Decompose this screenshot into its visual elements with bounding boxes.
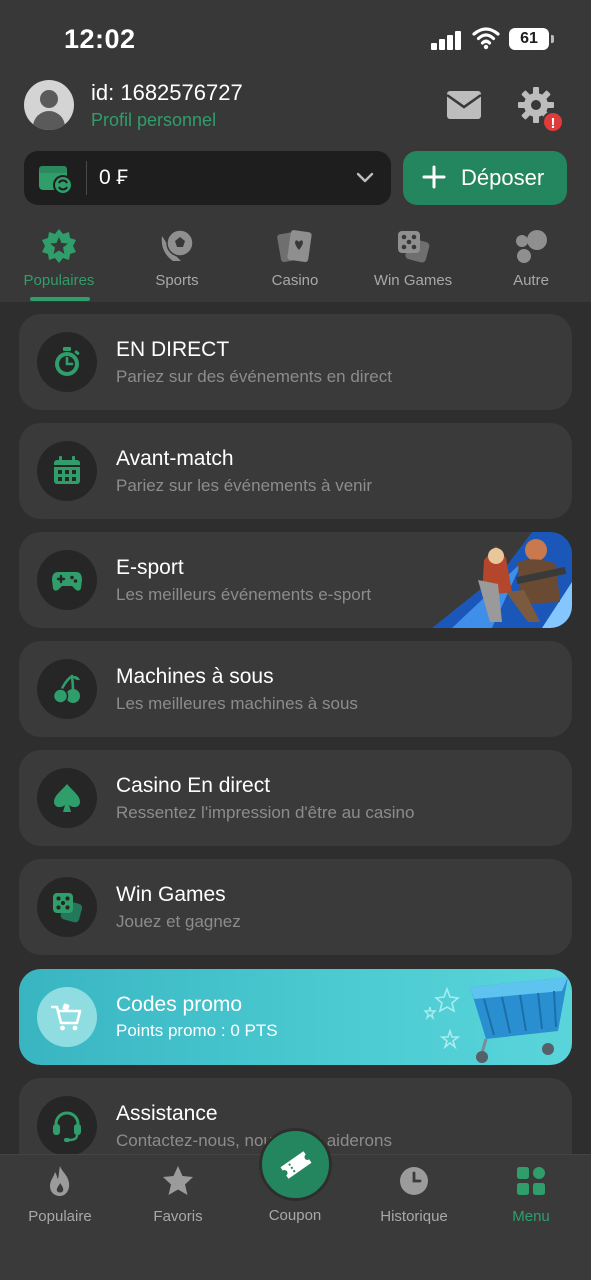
tab-sports[interactable]: Sports [118, 226, 236, 302]
menu-subtitle: Ressentez l'impression d'être au casino [116, 803, 415, 822]
nav-favoris[interactable]: Favoris [119, 1165, 237, 1235]
flame-icon [50, 1166, 70, 1196]
menu-icon-circle [37, 1096, 97, 1156]
headset-icon [53, 1111, 81, 1142]
profile-id[interactable]: id: 1682576727 [91, 80, 243, 106]
stopwatch-icon [55, 347, 80, 376]
menu-item-machines-a-sous[interactable]: Machines à sous Les meilleures machines … [19, 641, 572, 737]
coupon-label: Coupon [268, 1207, 322, 1224]
menu-icon-circle [37, 441, 97, 501]
menu-title: Assistance [116, 1102, 218, 1125]
balance-selector[interactable]: 0 ₣ [24, 151, 391, 205]
menu-title: EN DIRECT [116, 338, 230, 361]
menu-subtitle: Pariez sur des événements en direct [116, 367, 392, 386]
tab-win-games[interactable]: Win Games [354, 226, 472, 302]
grid-icon [517, 1167, 545, 1195]
balance-amount: 0 ₣ [99, 166, 129, 189]
nav-label: Menu [512, 1208, 550, 1225]
chevron-down-icon [356, 172, 374, 183]
nav-label: Favoris [153, 1208, 203, 1225]
menu-title: Avant-match [116, 447, 234, 470]
menu-item-codes-promo[interactable]: Codes promo Points promo : 0 PTS [19, 969, 572, 1065]
menu-icon-circle [37, 659, 97, 719]
nav-label: Populaire [28, 1208, 92, 1225]
plus-icon [422, 165, 446, 189]
nav-historique[interactable]: Historique [355, 1165, 473, 1235]
cellular-signal-icon [431, 30, 463, 50]
menu-item-avant-match[interactable]: Avant-match Pariez sur les événements à … [19, 423, 572, 519]
avatar[interactable] [24, 80, 74, 130]
cherries-icon [52, 674, 80, 704]
tab-autre[interactable]: Autre [472, 226, 590, 302]
menu-title: Codes promo [116, 993, 243, 1016]
star-icon [163, 1166, 193, 1195]
menu-icon-circle [37, 550, 97, 610]
active-tab-indicator [30, 297, 90, 301]
profile-link[interactable]: Profil personnel [91, 110, 216, 131]
menu-item-casino-en-direct[interactable]: Casino En direct Ressentez l'impression … [19, 750, 572, 846]
dice-icon [53, 893, 83, 923]
calendar-icon [54, 456, 80, 484]
nav-menu[interactable]: Menu [472, 1165, 590, 1235]
menu-title: E-sport [116, 556, 184, 579]
nav-label: Historique [380, 1208, 448, 1225]
esport-warriors-illustration [432, 532, 572, 628]
star-badge-icon [42, 229, 76, 263]
menu-item-e-sport[interactable]: E-sport Les meilleurs événements e-sport [19, 532, 572, 628]
tab-label: Win Games [373, 272, 453, 289]
tab-populaires[interactable]: Populaires [0, 226, 118, 302]
battery-indicator: 61 [509, 28, 554, 50]
coupon-button[interactable] [259, 1128, 332, 1201]
menu-subtitle: Contactez-nous, nous vous aiderons [116, 1131, 392, 1150]
deposit-label: Déposer [461, 165, 545, 190]
wifi-icon [472, 27, 500, 50]
menu-subtitle: Les meilleurs événements e-sport [116, 585, 372, 604]
menu-item-en-direct[interactable]: EN DIRECT Pariez sur des événements en d… [19, 314, 572, 410]
dice-icon [398, 231, 430, 263]
menu-subtitle: Pariez sur les événements à venir [116, 476, 373, 495]
menu-icon-circle [37, 987, 97, 1047]
balance-divider [86, 161, 87, 195]
menu-title: Machines à sous [116, 665, 274, 688]
bubbles-icon [516, 230, 547, 263]
alert-badge: ! [542, 111, 564, 133]
spade-icon [54, 784, 80, 812]
menu-subtitle: Jouez et gagnez [116, 912, 241, 931]
mail-icon[interactable] [446, 90, 482, 120]
menu-icon-circle [37, 877, 97, 937]
nav-populaire[interactable]: Populaire [1, 1165, 119, 1235]
deposit-button[interactable]: Déposer [403, 151, 567, 205]
soccer-ball-icon [161, 229, 194, 261]
menu-title: Win Games [116, 883, 226, 906]
menu-icon-circle [37, 332, 97, 392]
tab-label: Populaires [23, 272, 95, 289]
wallet-sync-icon [39, 166, 73, 195]
menu-subtitle: Les meilleures machines à sous [116, 694, 358, 713]
tab-label: Sports [155, 272, 199, 289]
clock-icon [400, 1167, 428, 1195]
playing-cards-icon [277, 230, 312, 263]
tab-label: Autre [513, 272, 549, 289]
menu-icon-circle [37, 768, 97, 828]
menu-subtitle: Points promo : 0 PTS [116, 1021, 278, 1040]
gamepad-icon [52, 572, 82, 591]
cart-icon [51, 1003, 82, 1031]
menu-title: Casino En direct [116, 774, 271, 797]
tab-label: Casino [271, 272, 319, 289]
status-bar: 12:02 61 [0, 0, 591, 80]
status-time: 12:02 [64, 24, 136, 54]
basket-illustration [423, 973, 572, 1063]
menu-item-win-games[interactable]: Win Games Jouez et gagnez [19, 859, 572, 955]
tab-casino[interactable]: Casino [236, 226, 354, 302]
ticket-icon [280, 1151, 312, 1179]
